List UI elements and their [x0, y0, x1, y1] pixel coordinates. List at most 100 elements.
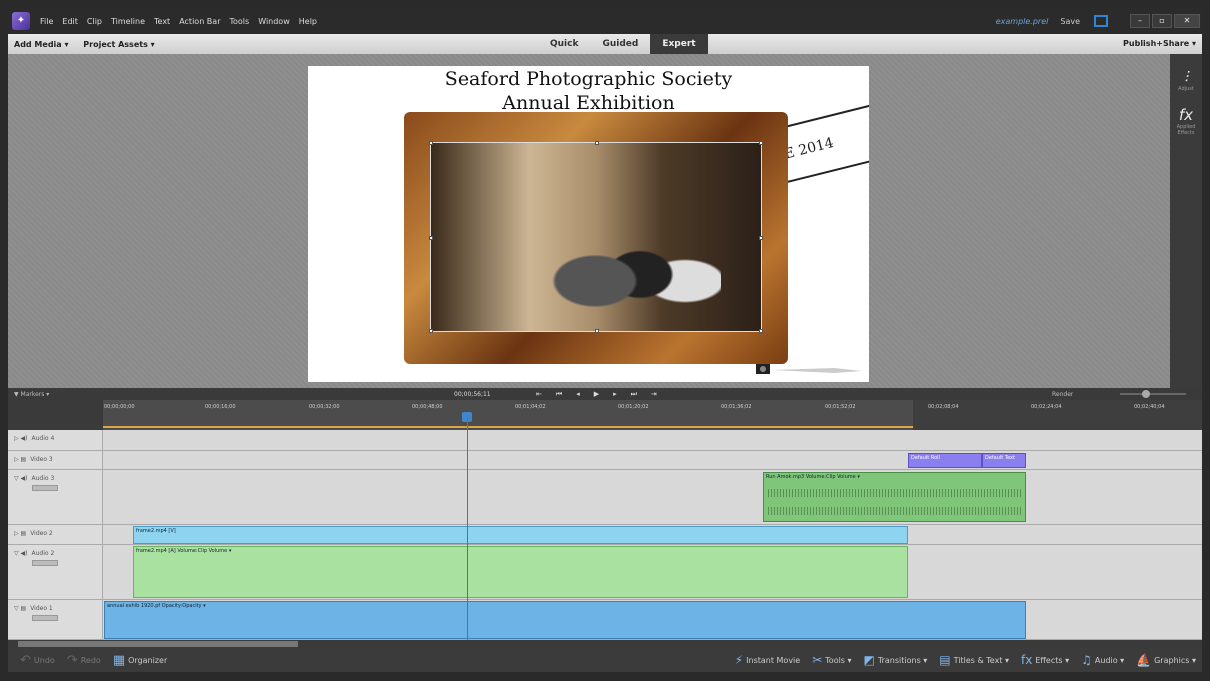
organizer-button[interactable]: ▦ Organizer	[113, 653, 167, 668]
resize-handle[interactable]	[429, 141, 433, 145]
transitions-button[interactable]: ◩ Transitions ▾	[864, 653, 928, 667]
publish-share-button[interactable]: Publish+Share ▾	[1123, 34, 1196, 54]
menu-timeline[interactable]: Timeline	[111, 17, 145, 26]
preview-frame[interactable]: Seaford Photographic Society Annual Exhi…	[308, 66, 869, 382]
clip-default-text[interactable]: Default Text	[982, 453, 1026, 468]
track-header[interactable]: ▷ ▤ Video 3	[8, 451, 103, 469]
clip-frame2-video[interactable]: frame2.mp4 [V]	[133, 526, 908, 544]
resize-handle[interactable]	[759, 329, 763, 333]
speaker-icon: ▽ ◀)	[14, 475, 28, 482]
instant-movie-label: Instant Movie	[746, 655, 801, 665]
app-window: ✦ File Edit Clip Timeline Text Action Ba…	[0, 0, 1210, 681]
right-panel: ⫶ Adjust fx Applied Effects	[1170, 54, 1202, 388]
menu-edit[interactable]: Edit	[62, 17, 78, 26]
menu-window[interactable]: Window	[258, 17, 290, 26]
track-audio-4: ▷ ◀) Audio 4	[8, 430, 1202, 451]
track-header[interactable]: ▽ ◀) Audio 3	[8, 470, 103, 524]
clip-run-amok[interactable]: Run Amok.mp3 Volume:Clip Volume ▾	[763, 472, 1026, 522]
titles-text-button[interactable]: ▤ Titles & Text ▾	[939, 653, 1009, 667]
tools-button[interactable]: ✂ Tools ▾	[812, 653, 851, 667]
zoom-slider[interactable]	[1120, 390, 1186, 398]
redo-button[interactable]: ↷ Redo	[67, 653, 101, 668]
effects-label: Effects ▾	[1035, 655, 1070, 665]
applied-effects-button[interactable]: fx Applied Effects	[1170, 106, 1202, 136]
track-header[interactable]: ▽ ▤ Video 1	[8, 600, 103, 639]
track-name: Video 3	[30, 456, 53, 463]
track-header[interactable]: ▷ ◀) Audio 4	[8, 430, 103, 450]
close-button[interactable]: ✕	[1174, 14, 1200, 28]
resize-handle[interactable]	[429, 236, 433, 240]
graphics-button[interactable]: ⛵ Graphics ▾	[1136, 653, 1196, 667]
work-area-bar[interactable]	[103, 422, 913, 428]
timeline-scrollbar[interactable]	[8, 640, 1202, 648]
clip-annual-exhib[interactable]: annual exhib 1920.pf Opacity:Opacity ▾	[104, 601, 1026, 639]
maximize-button[interactable]: ▫	[1152, 14, 1172, 28]
go-to-end-icon[interactable]: ⇥	[651, 390, 657, 399]
resize-handle[interactable]	[595, 141, 599, 145]
instant-movie-button[interactable]: ⚡ Instant Movie	[735, 653, 801, 667]
redo-icon: ↷	[66, 652, 78, 668]
timecode[interactable]: 00;00;56;11	[454, 391, 491, 398]
menu-action-bar[interactable]: Action Bar	[179, 17, 220, 26]
project-assets-button[interactable]: Project Assets ▾	[83, 40, 154, 49]
resize-handle[interactable]	[595, 329, 599, 333]
markers-dropdown[interactable]: ▼ Markers ▾	[14, 391, 49, 398]
step-back-icon[interactable]: ◂	[576, 390, 580, 399]
track-name: Audio 2	[31, 550, 55, 557]
ruler-tick: 00;00;48;00	[412, 404, 443, 410]
menu-help[interactable]: Help	[299, 17, 317, 26]
undo-button[interactable]: ↶ Undo	[20, 653, 55, 668]
fx-icon: fx	[1021, 653, 1033, 667]
step-forward-icon[interactable]: ▸	[613, 390, 617, 399]
scrollbar-thumb[interactable]	[18, 641, 298, 647]
track-header[interactable]: ▽ ◀) Audio 2	[8, 545, 103, 599]
video-monitor-icon[interactable]	[1094, 15, 1108, 27]
organizer-icon: ▦	[112, 652, 126, 668]
add-media-button[interactable]: Add Media ▾	[14, 40, 68, 49]
ruler-tick: 00;02;40;04	[1134, 404, 1165, 410]
menu-text[interactable]: Text	[154, 17, 170, 26]
clip-default-roll[interactable]: Default Roll	[908, 453, 982, 468]
redo-label: Redo	[80, 655, 101, 665]
lightning-icon: ⚡	[734, 653, 744, 667]
keyframe-buttons[interactable]	[32, 485, 58, 491]
resize-handle[interactable]	[759, 236, 763, 240]
audio-button[interactable]: ♫ Audio ▾	[1081, 653, 1124, 667]
audio-waveform	[768, 489, 1021, 497]
adjust-button[interactable]: ⫶ Adjust	[1170, 68, 1202, 92]
save-button[interactable]: Save	[1060, 17, 1080, 26]
minimize-button[interactable]: –	[1130, 14, 1150, 28]
time-ruler[interactable]: 00;00;00;00 00;00;16;00 00;00;32;00 00;0…	[8, 400, 1202, 430]
keyframe-buttons[interactable]	[32, 615, 58, 621]
graphics-icon: ⛵	[1136, 653, 1152, 667]
menu-file[interactable]: File	[40, 17, 53, 26]
next-edit-icon[interactable]: ⏭	[631, 390, 637, 399]
track-video-1: ▽ ▤ Video 1 annual exhib 1920.pf Opacity:…	[8, 600, 1202, 640]
tab-quick[interactable]: Quick	[538, 34, 590, 54]
tab-expert[interactable]: Expert	[650, 34, 708, 54]
resize-handle[interactable]	[759, 141, 763, 145]
keyframe-buttons[interactable]	[32, 560, 58, 566]
resize-handle[interactable]	[429, 329, 433, 333]
play-icon[interactable]: ▶	[594, 390, 599, 399]
transitions-label: Transitions ▾	[877, 655, 928, 665]
music-note-icon: ♫	[1081, 653, 1092, 667]
go-to-start-icon[interactable]: ⇤	[536, 390, 542, 399]
mode-tabs: Quick Guided Expert	[538, 34, 708, 54]
render-button[interactable]: Render	[1052, 391, 1073, 398]
film-icon: ▷ ▤	[14, 456, 27, 463]
track-header[interactable]: ▷ ▤ Video 2	[8, 525, 103, 544]
ruler-tick: 00;02;24;04	[1031, 404, 1062, 410]
previous-edit-icon[interactable]: ⏮	[556, 390, 562, 399]
tab-guided[interactable]: Guided	[590, 34, 650, 54]
zoom-slider-knob[interactable]	[1142, 390, 1150, 398]
track-audio-3: ▽ ◀) Audio 3 Run Amok.mp3 Volume:Clip Vol…	[8, 470, 1202, 525]
menu-tools[interactable]: Tools	[229, 17, 249, 26]
effects-button[interactable]: fx Effects ▾	[1021, 653, 1069, 667]
menu-clip[interactable]: Clip	[87, 17, 102, 26]
playhead-line[interactable]	[467, 418, 468, 640]
track-video-3: ▷ ▤ Video 3 Default Roll Default Text	[8, 451, 1202, 470]
app-logo-icon: ✦	[12, 12, 30, 30]
clip-frame2-audio[interactable]: frame2.mp4 [A] Volume:Clip Volume ▾	[133, 546, 908, 598]
exhibition-photo[interactable]	[429, 141, 763, 333]
